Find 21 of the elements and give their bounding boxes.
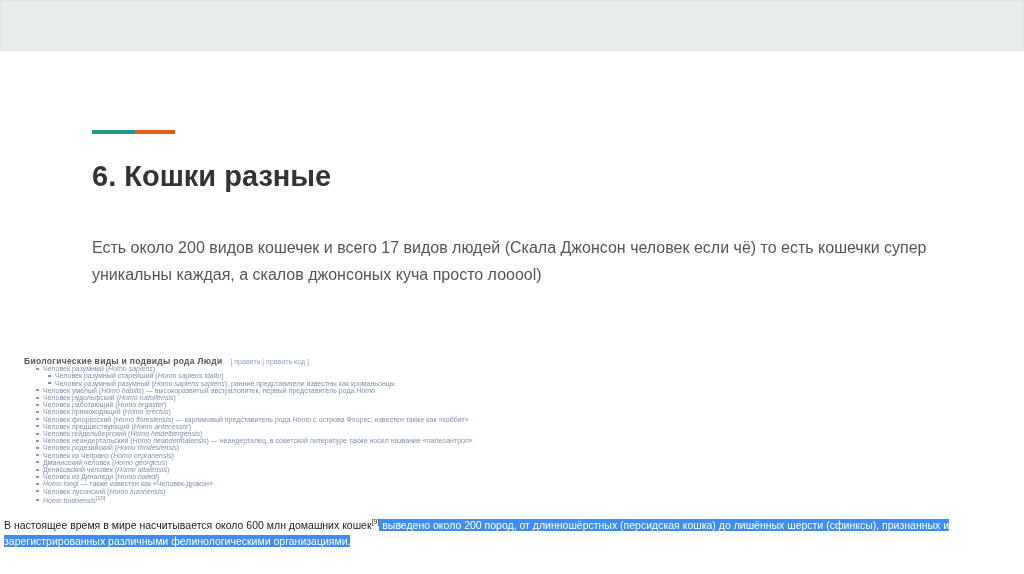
bullet-icon [36,447,39,450]
bullet-icon [36,396,39,399]
bullet-icon [36,418,39,421]
bullet-icon [36,432,39,435]
bullet-icon [36,498,39,501]
bullet-icon [36,483,39,486]
bullet-icon [36,454,39,457]
bullet-icon [36,403,39,406]
bullet-icon [36,468,39,471]
slide-title: 6. Кошки разные [92,159,333,194]
bullet-icon [36,475,39,478]
bullet-icon [36,425,39,428]
bullet-icon [36,490,39,493]
slide-text: Есть около 200 видов кошечек и всего 17 видов людей (Скала Джонсон человек если чё) то есть кошечки супер уникальны каждая, а скалов джонсоных куча просто лооool) [92,238,928,285]
article-paragraph: В настоящее время в мире насчитывается около 600 млн домашних кошек$^{[9]}$ выведено около 200 пород, от длинношёрстных (персидская кошка) до лишённых шерсти (сфинксы), признанных и зарегистрированных различными фелинологическими организациями. [4,517,951,549]
bullet-icon [36,439,39,442]
bullet-icon [36,389,39,392]
bullet-icon [36,367,39,370]
list-heading: Биологические виды и подвиды рода Люди [24,358,223,366]
bullet-icon [48,382,51,385]
bullet-icon [36,461,39,464]
